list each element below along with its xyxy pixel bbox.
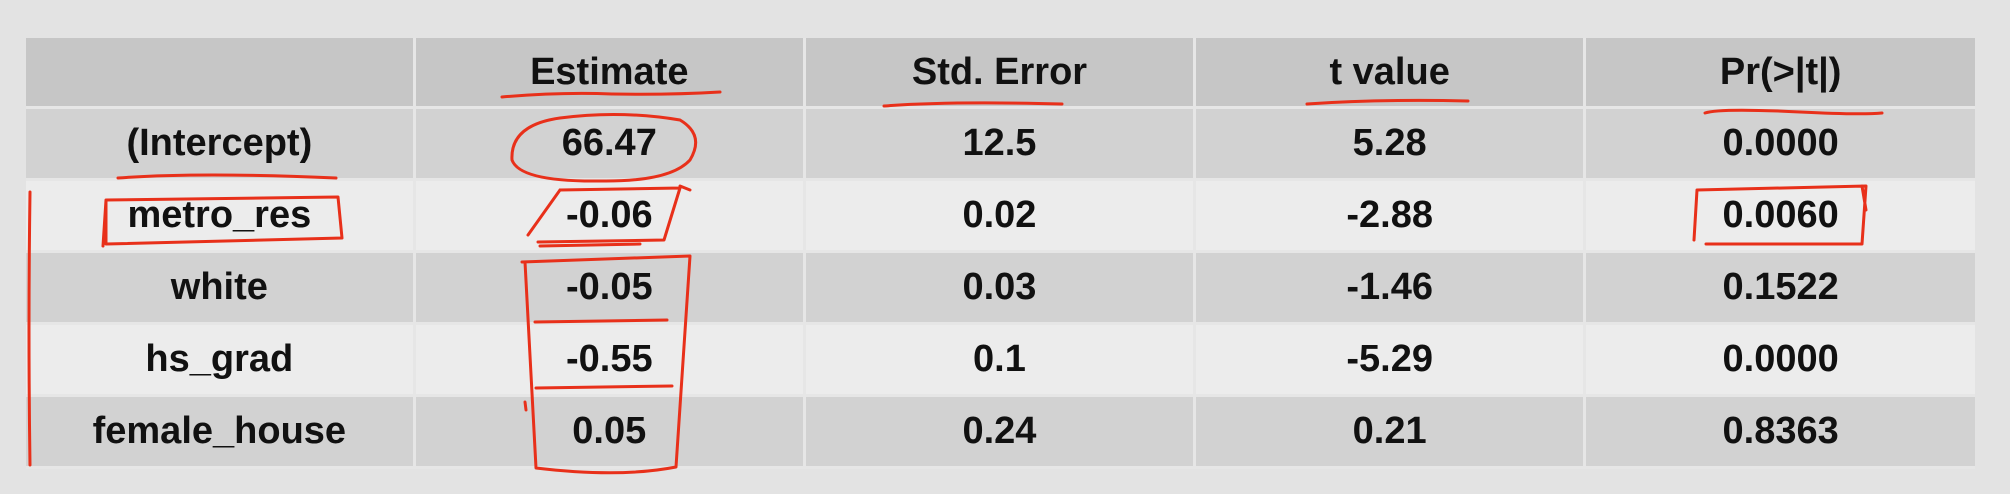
p-value-cell: 0.0000 <box>1583 323 1975 397</box>
table-row: white -0.05 0.03 -1.46 0.1522 <box>26 251 1975 325</box>
t-value-cell: -2.88 <box>1193 179 1585 253</box>
regression-coefficients-table: Estimate Std. Error t value Pr(>|t|) (In… <box>26 38 1975 469</box>
estimate-cell: -0.06 <box>412 179 805 253</box>
std-error-cell: 0.1 <box>802 323 1195 397</box>
t-value-cell: 5.28 <box>1193 107 1585 181</box>
t-value-cell: -1.46 <box>1193 251 1585 325</box>
header-t-value: t value <box>1193 38 1585 109</box>
estimate-cell: 66.47 <box>412 107 805 181</box>
std-error-cell: 0.03 <box>802 251 1195 325</box>
estimate-cell: -0.55 <box>412 323 805 397</box>
row-label: hs_grad <box>26 323 415 397</box>
p-value-cell: 0.0060 <box>1583 179 1975 253</box>
std-error-cell: 0.02 <box>802 179 1195 253</box>
p-value-cell: 0.1522 <box>1583 251 1975 325</box>
estimate-cell: -0.05 <box>412 251 805 325</box>
table-row: (Intercept) 66.47 12.5 5.28 0.0000 <box>26 107 1975 181</box>
table-row: hs_grad -0.55 0.1 -5.29 0.0000 <box>26 323 1975 397</box>
header-p-value: Pr(>|t|) <box>1583 38 1975 109</box>
table-row: female_house 0.05 0.24 0.21 0.8363 <box>26 395 1975 469</box>
header-row: Estimate Std. Error t value Pr(>|t|) <box>26 38 1975 109</box>
t-value-cell: -5.29 <box>1193 323 1585 397</box>
header-std-error: Std. Error <box>802 38 1195 109</box>
row-label: (Intercept) <box>26 107 415 181</box>
table-row: metro_res -0.06 0.02 -2.88 0.0060 <box>26 179 1975 253</box>
header-empty <box>26 38 415 109</box>
header-estimate: Estimate <box>412 38 805 109</box>
t-value-cell: 0.21 <box>1193 395 1585 469</box>
row-label: metro_res <box>26 179 415 253</box>
std-error-cell: 12.5 <box>802 107 1195 181</box>
std-error-cell: 0.24 <box>802 395 1195 469</box>
p-value-cell: 0.0000 <box>1583 107 1975 181</box>
row-label: white <box>26 251 415 325</box>
p-value-cell: 0.8363 <box>1583 395 1975 469</box>
estimate-cell: 0.05 <box>412 395 805 469</box>
row-label: female_house <box>26 395 415 469</box>
